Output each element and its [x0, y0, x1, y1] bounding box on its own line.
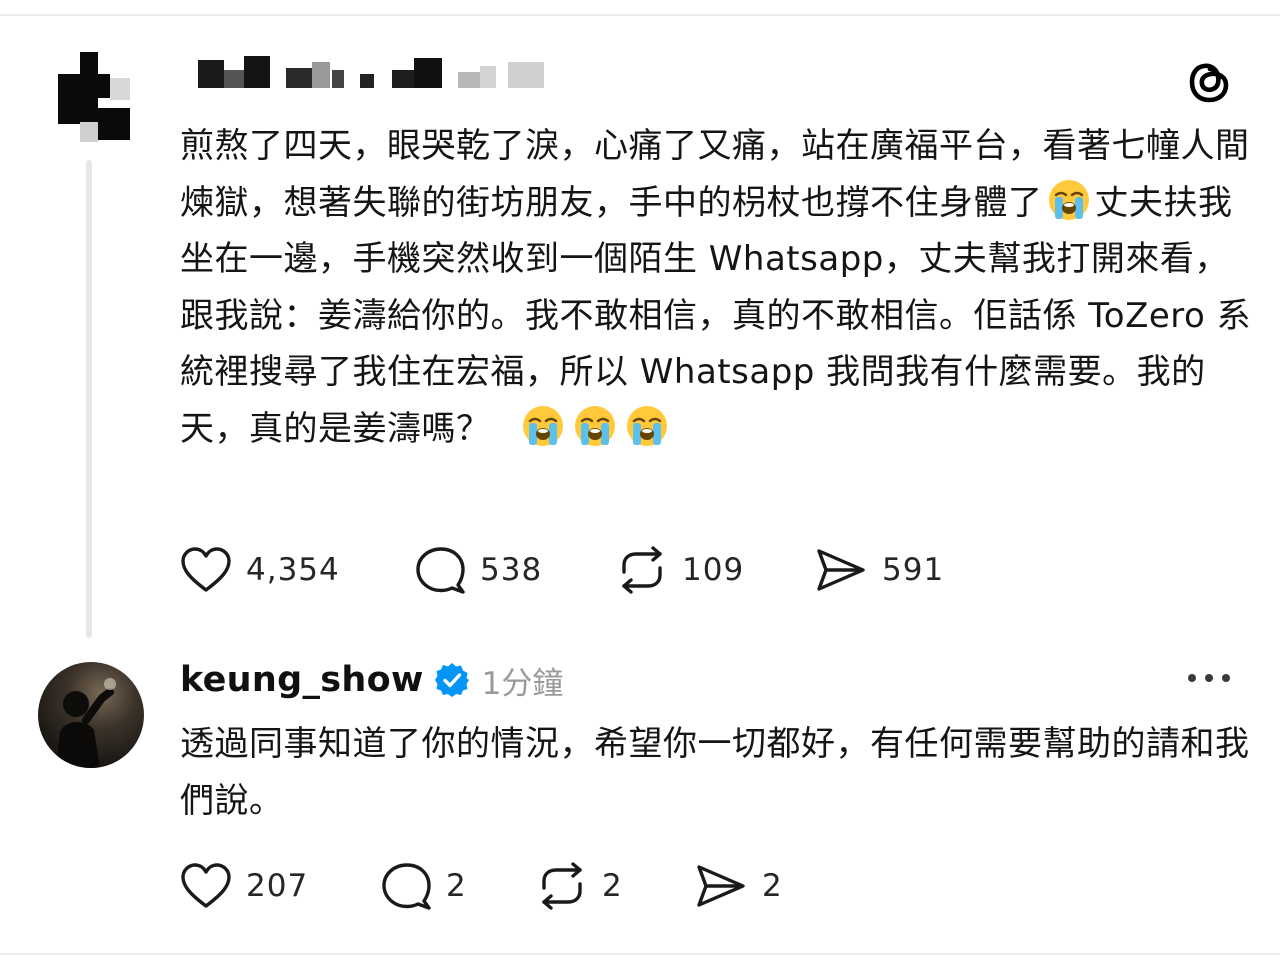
loudly-crying-face-icon	[574, 405, 615, 446]
repost-count: 109	[682, 552, 745, 588]
top-divider	[0, 14, 1280, 16]
verified-badge-icon	[434, 663, 469, 697]
like-count: 207	[246, 868, 309, 904]
comment-count: 2	[446, 868, 467, 904]
loudly-crying-face-icon	[522, 405, 563, 446]
heart-icon	[181, 863, 231, 908]
bottom-divider	[0, 953, 1280, 955]
share-count: 2	[762, 868, 783, 904]
loudly-crying-face-icon	[1048, 179, 1089, 220]
post-text: 煎熬了四天，眼哭乾了淚，心痛了又痛，站在廣福平台，看著七幢人間煉獄，想著失聯的街…	[180, 118, 1255, 457]
comment-button[interactable]: 2	[380, 858, 467, 914]
threads-logo-icon[interactable]	[1186, 56, 1232, 106]
send-icon	[697, 865, 745, 907]
reply-username[interactable]: keung_show	[180, 660, 424, 700]
comment-count: 538	[480, 552, 543, 588]
share-button[interactable]: 2	[694, 858, 783, 914]
censored-author-name[interactable]	[198, 56, 558, 96]
like-button[interactable]: 4,354	[180, 542, 340, 598]
censored-author-avatar[interactable]	[58, 52, 138, 148]
share-button[interactable]: 591	[814, 542, 944, 598]
repost-button[interactable]: 2	[536, 858, 623, 914]
post-action-bar: 4,354 538 109 591	[0, 542, 1280, 598]
comment-bubble-icon	[416, 547, 465, 594]
threads-post-view: 煎熬了四天，眼哭乾了淚，心痛了又痛，站在廣福平台，看著七幢人間煉獄，想著失聯的街…	[0, 0, 1280, 970]
reply-header: keung_show 1分鐘	[180, 654, 563, 706]
repost-icon	[622, 546, 662, 594]
avatar-photo	[56, 678, 116, 768]
repost-count: 2	[602, 868, 623, 904]
like-button[interactable]: 207	[180, 858, 308, 914]
loudly-crying-face-icon	[626, 405, 667, 446]
repost-icon	[542, 862, 582, 910]
reply-timestamp: 1分鐘	[481, 665, 564, 702]
repost-button[interactable]: 109	[616, 542, 744, 598]
comment-bubble-icon	[382, 863, 431, 910]
avatar[interactable]	[38, 662, 144, 768]
like-count: 4,354	[246, 552, 340, 588]
reply-text: 透過同事知道了你的情況，希望你一切都好，有任何需要幫助的請和我們說。	[180, 724, 1250, 821]
reply-action-bar: 207 2 2 2	[0, 858, 1280, 914]
comment-button[interactable]: 538	[414, 542, 542, 598]
more-options-icon[interactable]	[1185, 670, 1233, 686]
share-count: 591	[882, 552, 945, 588]
heart-icon	[181, 547, 231, 592]
send-icon	[817, 549, 865, 591]
